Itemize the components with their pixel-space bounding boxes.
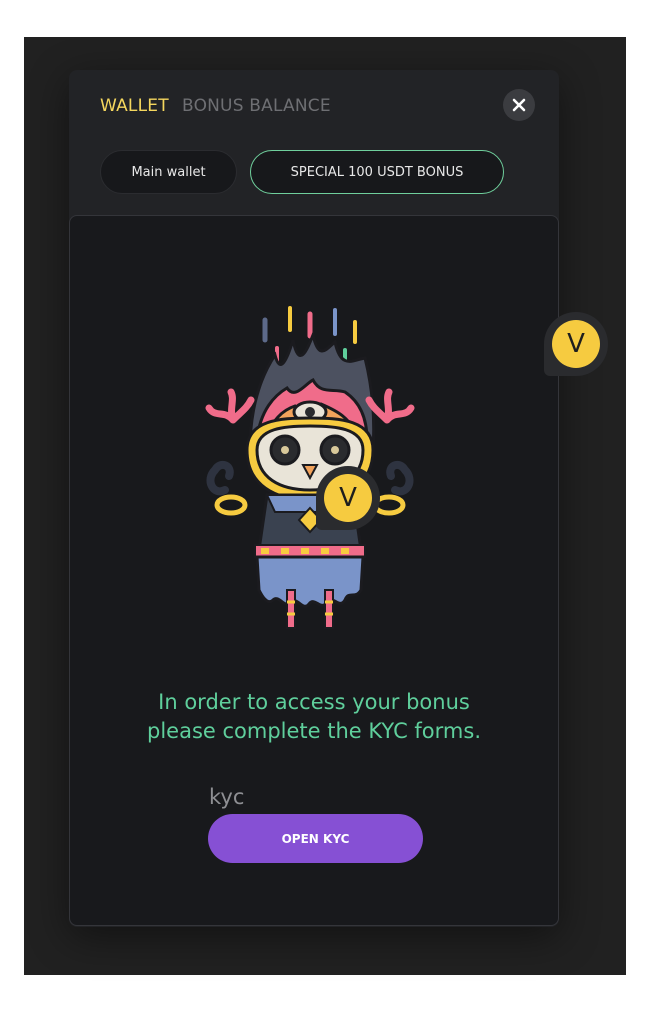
kyc-message-line-1: In order to access your bonus (158, 690, 470, 714)
center-chat-badge[interactable]: V (316, 466, 380, 530)
kyc-message: In order to access your bonus please com… (69, 688, 559, 746)
open-kyc-button[interactable]: OPEN KYC (208, 814, 423, 863)
special-bonus-button[interactable]: SPECIAL 100 USDT BONUS (250, 150, 504, 194)
badge-letter: V (324, 474, 372, 522)
badge-letter: V (552, 320, 600, 368)
kyc-label: kyc (209, 785, 245, 809)
tab-wallet[interactable]: WALLET (100, 96, 169, 116)
close-icon (512, 98, 526, 112)
mascot-illustration (205, 306, 415, 629)
main-wallet-button[interactable]: Main wallet (100, 150, 237, 194)
side-chat-badge[interactable]: V (544, 312, 608, 376)
kyc-message-line-2: please complete the KYC forms. (146, 719, 481, 743)
close-button[interactable] (503, 89, 535, 121)
tab-bonus-balance[interactable]: BONUS BALANCE (182, 96, 331, 116)
